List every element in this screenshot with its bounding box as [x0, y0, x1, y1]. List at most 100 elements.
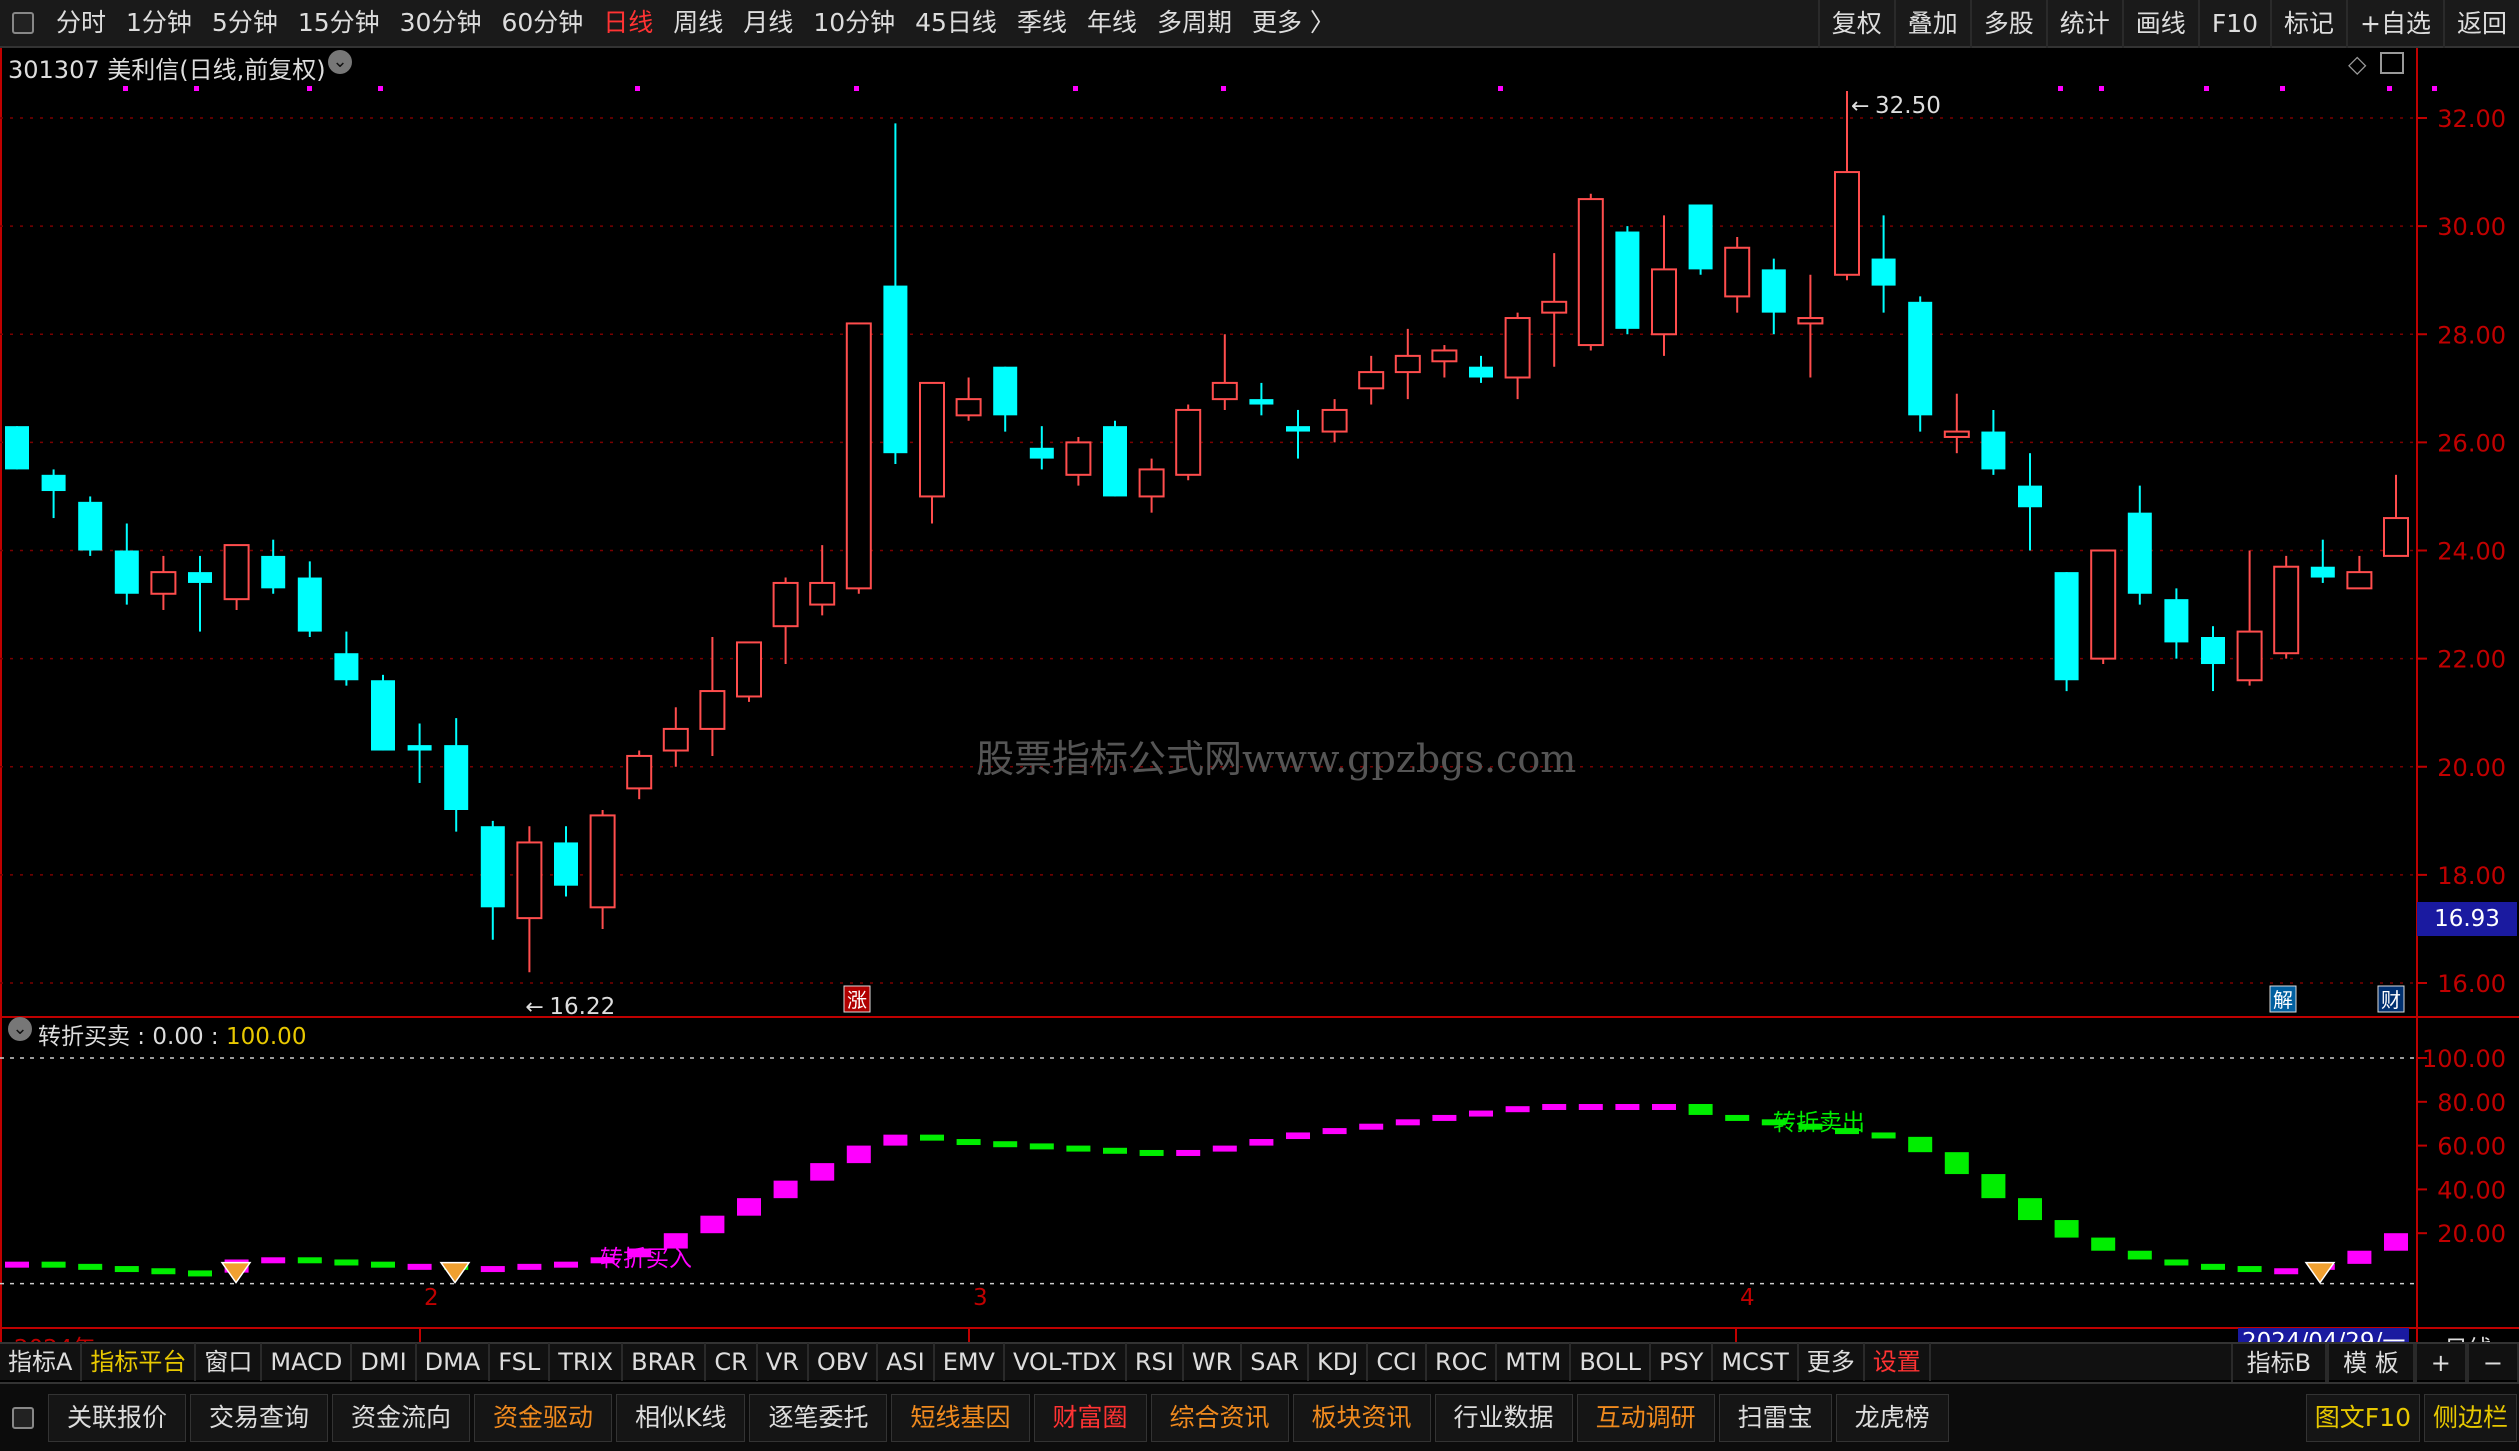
- indicator-tab-12[interactable]: VOL-TDX: [1005, 1343, 1127, 1381]
- function-button-10[interactable]: 行业数据: [1434, 1393, 1573, 1442]
- period-4[interactable]: 30分钟: [390, 0, 492, 47]
- function-button-9[interactable]: 板块资讯: [1292, 1393, 1431, 1442]
- indicator-tab-14[interactable]: WR: [1184, 1343, 1243, 1381]
- period-0[interactable]: 分时: [46, 0, 116, 47]
- indicator-tab-19[interactable]: MTM: [1497, 1343, 1572, 1381]
- candle: [1321, 399, 1348, 443]
- indicator-title-line: 转折买卖 : 0.00 : 100.00: [38, 1024, 307, 1050]
- title-dropdown-icon[interactable]: ⌄: [328, 50, 352, 74]
- menu-icon[interactable]: [12, 12, 34, 34]
- indicator-tab-10[interactable]: ASI: [878, 1343, 935, 1381]
- period-2[interactable]: 5分钟: [202, 0, 288, 47]
- indicator-tab-9[interactable]: OBV: [809, 1343, 878, 1381]
- toolbar-button-7[interactable]: +自选: [2346, 0, 2443, 48]
- indicator-bar: [2201, 1263, 2225, 1270]
- candle: [5, 426, 29, 470]
- function-button-11[interactable]: 互动调研: [1576, 1393, 1715, 1442]
- stock-chart[interactable]: 32.0030.0028.0026.0024.0022.0020.0018.00…: [0, 48, 2519, 1342]
- toolbar-button-4[interactable]: 画线: [2121, 0, 2198, 48]
- function-button-0[interactable]: 关联报价: [48, 1393, 187, 1442]
- function-button-6[interactable]: 短线基因: [891, 1393, 1030, 1442]
- signal-dot: [194, 86, 199, 91]
- function-button-2[interactable]: 资金流向: [332, 1393, 471, 1442]
- toolbar-button-5[interactable]: F10: [2197, 0, 2270, 48]
- last-price-tag: 16.93: [2417, 902, 2517, 936]
- indicator-tab-6[interactable]: BRAR: [623, 1343, 707, 1381]
- indicator-tab-5[interactable]: TRIX: [550, 1343, 624, 1381]
- indicator-right-tab-2[interactable]: +: [2414, 1344, 2467, 1382]
- period-8[interactable]: 月线: [733, 0, 803, 47]
- indicator-a-tab[interactable]: 指标A: [0, 1343, 83, 1381]
- indicator-tab-13[interactable]: RSI: [1127, 1343, 1184, 1381]
- period-7[interactable]: 周线: [663, 0, 733, 47]
- indicator-platform-tab[interactable]: 指标平台: [82, 1343, 197, 1381]
- period-10[interactable]: 45日线: [905, 0, 1007, 47]
- panel-toggle-icon[interactable]: [12, 1406, 34, 1429]
- indicator-tab-0[interactable]: 窗口: [196, 1343, 263, 1381]
- indicator-tab-22[interactable]: MCST: [1713, 1343, 1799, 1381]
- indicator-right-tab-0[interactable]: 指标B: [2230, 1344, 2328, 1382]
- toolbar-button-8[interactable]: 返回: [2442, 0, 2519, 48]
- toolbar-button-3[interactable]: 统计: [2045, 0, 2122, 48]
- indicator-tab-4[interactable]: FSL: [490, 1343, 551, 1381]
- toolbar-button-1[interactable]: 叠加: [1893, 0, 1970, 48]
- period-5[interactable]: 60分钟: [491, 0, 593, 47]
- function-button-4[interactable]: 相似K线: [616, 1393, 746, 1442]
- indicator-tab-3[interactable]: DMA: [417, 1343, 491, 1381]
- indicator-tab-1[interactable]: MACD: [262, 1343, 353, 1381]
- indicator-bar: [1286, 1132, 1310, 1140]
- candle-body: [1394, 354, 1421, 374]
- indicator-right-tab-3[interactable]: −: [2466, 1344, 2519, 1382]
- indicator-tab-18[interactable]: ROC: [1427, 1343, 1498, 1381]
- indicator-tab-23[interactable]: 更多: [1799, 1343, 1865, 1381]
- window-toggle-icon[interactable]: [2380, 52, 2404, 74]
- sell-signal-label: 转折卖出: [1773, 1110, 1865, 1136]
- indicator-bar: [480, 1266, 505, 1273]
- function-button-8[interactable]: 综合资讯: [1150, 1393, 1289, 1442]
- period-12[interactable]: 年线: [1077, 0, 1147, 47]
- candle-body: [261, 555, 286, 589]
- function-button-5[interactable]: 逐笔委托: [749, 1393, 888, 1442]
- candle-body: [1103, 426, 1127, 497]
- toolbar-button-2[interactable]: 多股: [1969, 0, 2046, 48]
- period-6[interactable]: 日线: [593, 0, 663, 47]
- period-11[interactable]: 季线: [1007, 0, 1077, 47]
- period-14[interactable]: 更多 〉: [1242, 0, 1345, 47]
- indicator-tab-21[interactable]: PSY: [1651, 1343, 1714, 1381]
- function-bar: 关联报价 交易查询 资金流向 资金驱动 相似K线 逐笔委托 短线基因 财富圈 综合资讯 板块资讯行…: [0, 1382, 2519, 1451]
- function-button-1[interactable]: 交易查询: [190, 1393, 329, 1442]
- indicator-tab-17[interactable]: CCI: [1368, 1343, 1427, 1381]
- candle: [1615, 226, 1640, 335]
- diamond-icon[interactable]: ◇: [2348, 50, 2366, 78]
- indicator-tab-8[interactable]: VR: [758, 1343, 809, 1381]
- function-button-7[interactable]: 财富圈: [1033, 1393, 1147, 1442]
- period-13[interactable]: 多周期: [1147, 0, 1242, 47]
- indicator-right-tab-1[interactable]: 模 板: [2327, 1344, 2415, 1382]
- function-right-1[interactable]: 侧边栏: [2423, 1394, 2517, 1442]
- period-3[interactable]: 15分钟: [288, 0, 390, 47]
- indicator-tab-11[interactable]: EMV: [935, 1343, 1005, 1381]
- month-label: 3: [973, 1285, 988, 1311]
- indicator-tab-20[interactable]: BOLL: [1571, 1343, 1652, 1381]
- diamond-buy-icon: [439, 1261, 471, 1284]
- settings-tab[interactable]: 设置: [1865, 1343, 1931, 1381]
- function-button-12[interactable]: 扫雷宝: [1718, 1393, 1832, 1442]
- function-button-3[interactable]: 资金驱动: [474, 1393, 613, 1442]
- indicator-tick-label: 60.00: [2437, 1133, 2506, 1161]
- jie-marker: 解: [2273, 988, 2293, 1012]
- diamond-buy-icon: [2304, 1261, 2336, 1284]
- toolbar-button-0[interactable]: 复权: [1817, 0, 1894, 48]
- period-1[interactable]: 1分钟: [116, 0, 202, 47]
- toolbar-button-6[interactable]: 标记: [2270, 0, 2346, 48]
- function-button-13[interactable]: 龙虎榜: [1835, 1393, 1949, 1442]
- indicator-tab-15[interactable]: SAR: [1242, 1343, 1310, 1381]
- indicator-tab-7[interactable]: CR: [706, 1343, 758, 1381]
- candle-body: [662, 727, 689, 752]
- signal-dot: [2204, 86, 2209, 91]
- candle: [1211, 334, 1238, 410]
- function-right-0[interactable]: 图文F10: [2305, 1394, 2420, 1442]
- indicator-dropdown-icon[interactable]: ⌄: [8, 1017, 32, 1041]
- indicator-tab-16[interactable]: KDJ: [1309, 1343, 1369, 1381]
- period-9[interactable]: 10分钟: [803, 0, 905, 47]
- indicator-tab-2[interactable]: DMI: [352, 1343, 417, 1381]
